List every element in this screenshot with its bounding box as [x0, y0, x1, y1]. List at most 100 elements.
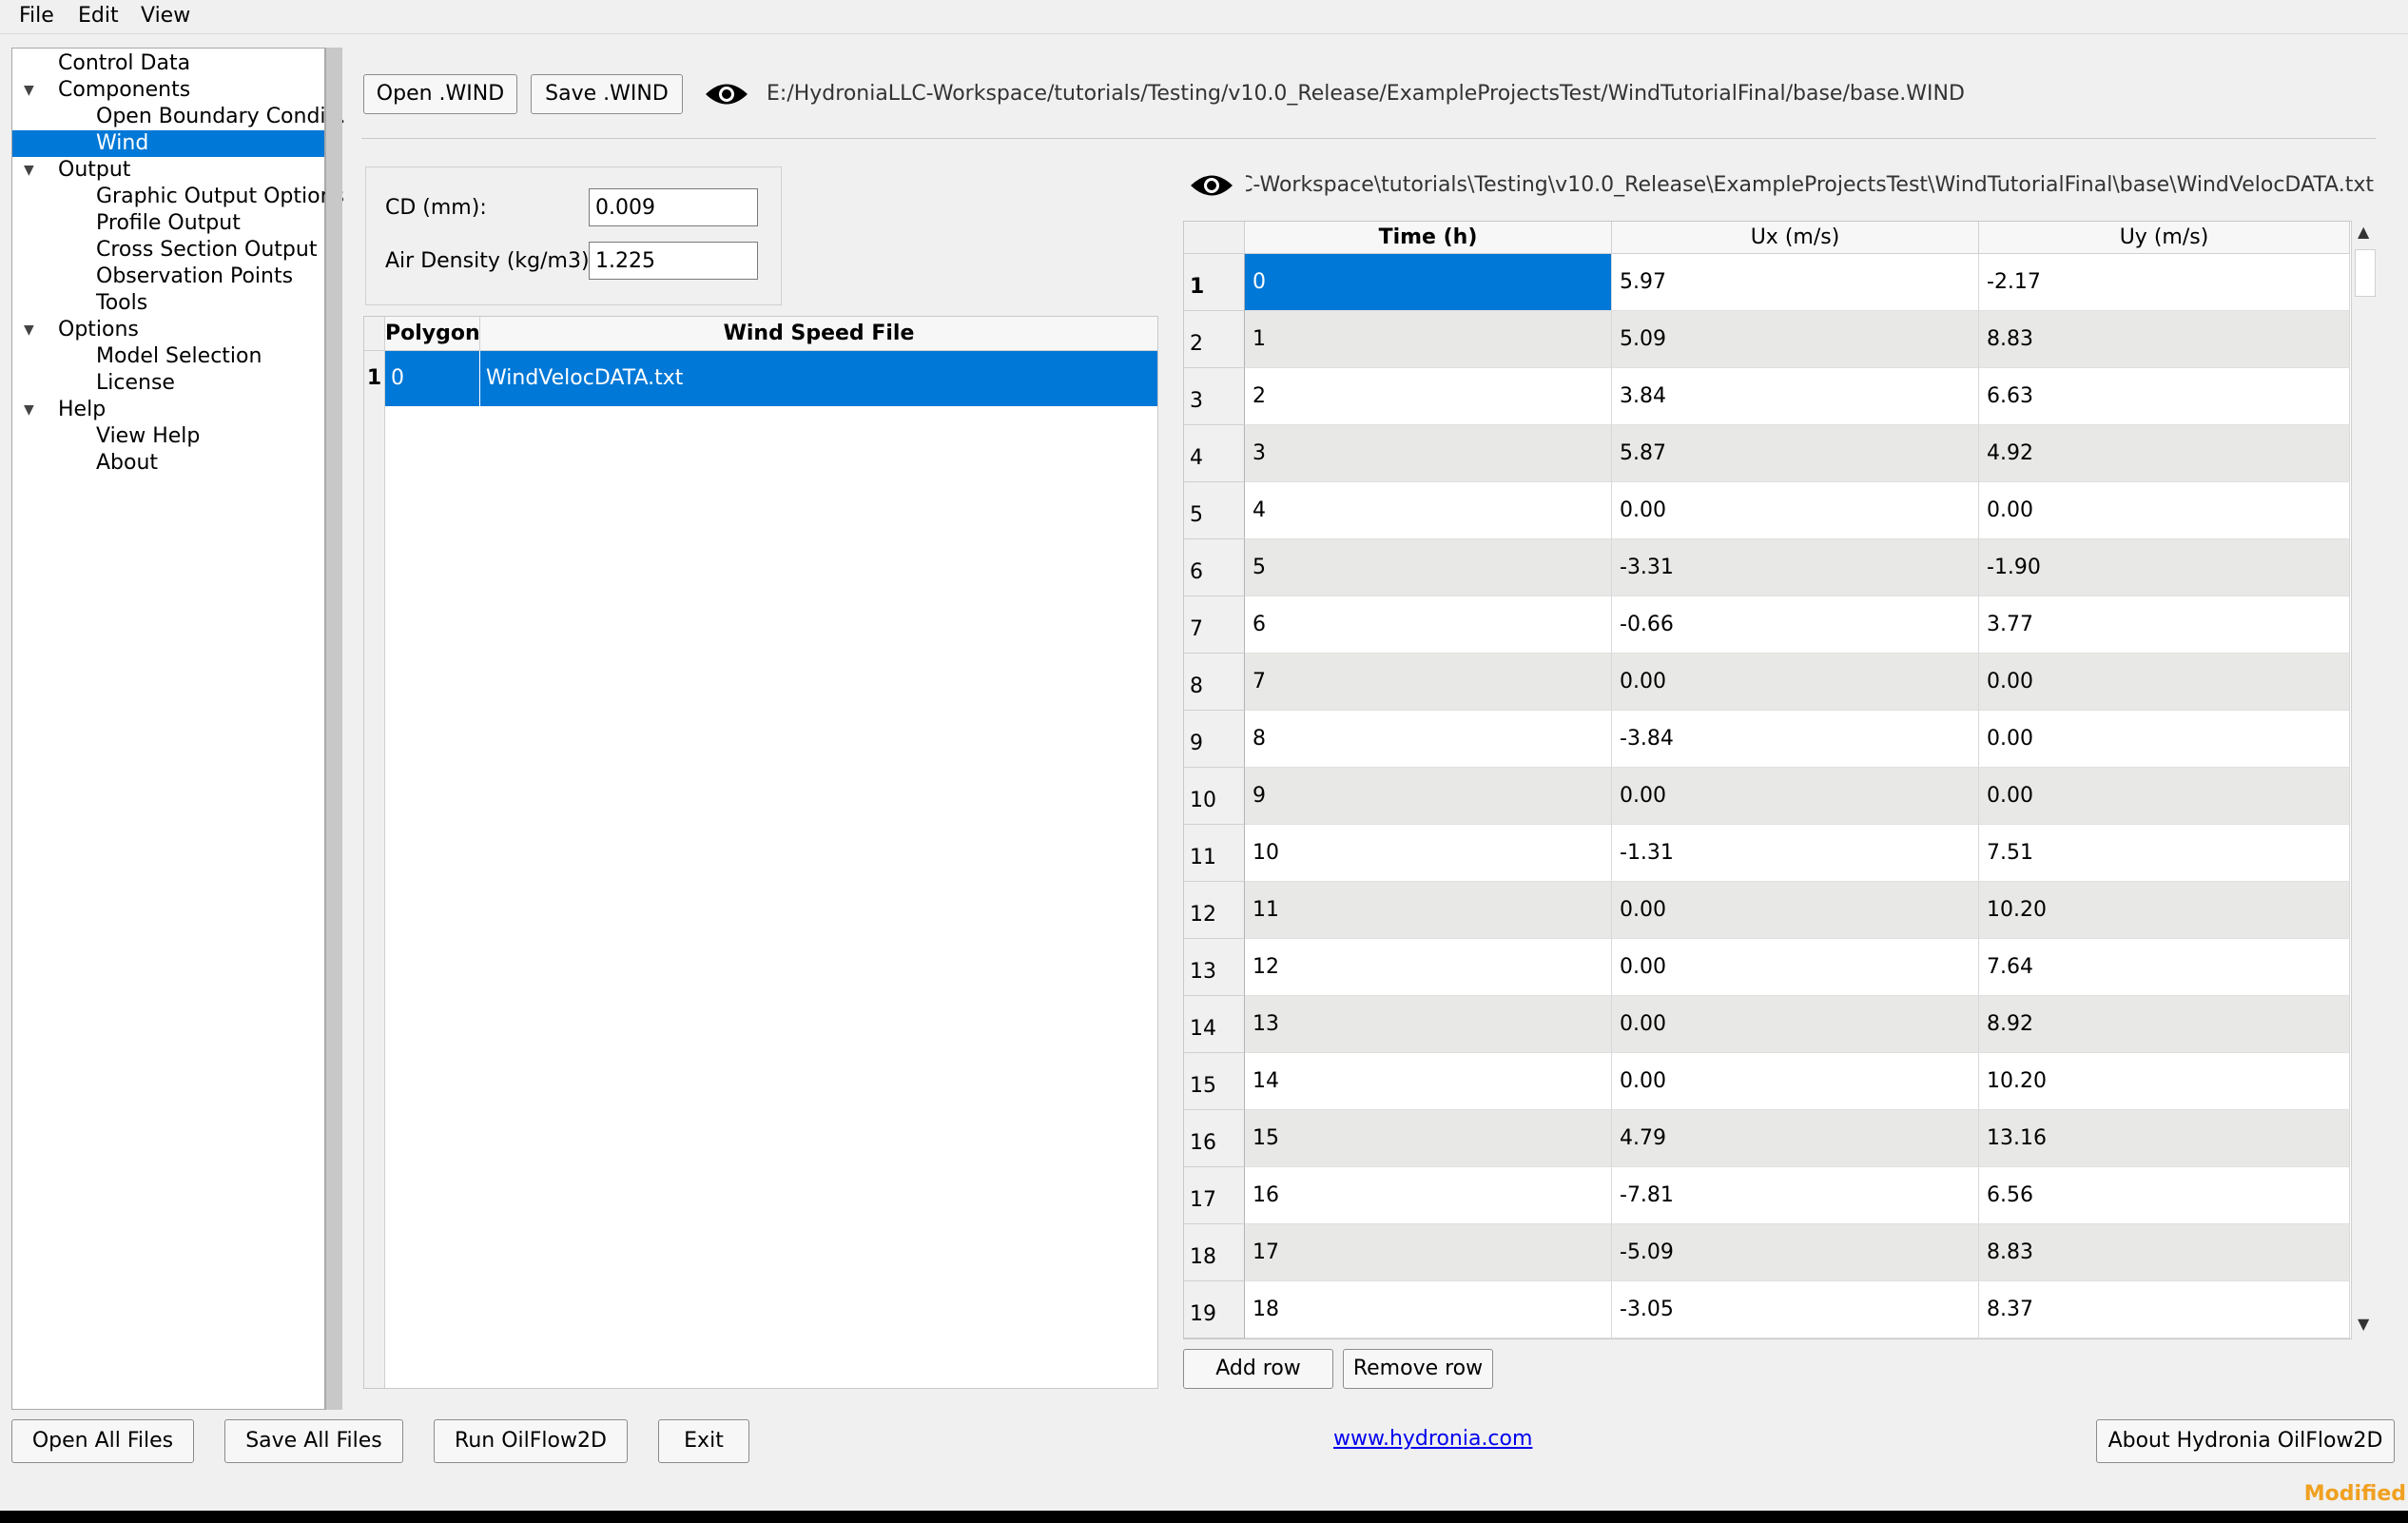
row-number[interactable]: 1 [1184, 254, 1245, 311]
scrollbar-thumb[interactable] [2355, 249, 2376, 297]
about-hydronia-button[interactable]: About Hydronia OilFlow2D [2096, 1419, 2395, 1463]
uy-cell[interactable]: 8.92 [1979, 996, 2350, 1053]
tree-item[interactable]: Graphic Output Options [12, 184, 344, 210]
tree-item[interactable]: Control Data [12, 50, 324, 77]
time-cell[interactable]: 6 [1245, 596, 1612, 654]
row-number[interactable]: 15 [1184, 1053, 1245, 1110]
time-cell[interactable]: 0 [1245, 254, 1612, 311]
ux-cell[interactable]: -5.09 [1612, 1224, 1979, 1281]
uy-cell[interactable]: 7.51 [1979, 825, 2350, 882]
uy-cell[interactable]: 6.63 [1979, 368, 2350, 425]
remove-row-button[interactable]: Remove row [1343, 1349, 1493, 1389]
ux-cell[interactable]: -7.81 [1612, 1167, 1979, 1224]
tree-item[interactable]: Observation Points [12, 264, 324, 290]
tree-splitter[interactable] [325, 48, 342, 1410]
wind-speed-file-cell[interactable]: WindVelocDATA.txt [480, 351, 1157, 406]
exit-button[interactable]: Exit [658, 1419, 749, 1463]
uy-cell[interactable]: 0.00 [1979, 482, 2350, 539]
ux-cell[interactable]: 0.00 [1612, 768, 1979, 825]
menu-view[interactable]: View [141, 4, 190, 28]
time-cell[interactable]: 16 [1245, 1167, 1612, 1224]
tree-item[interactable]: Cross Section Output [12, 237, 324, 264]
tree-item[interactable]: License [12, 370, 324, 397]
row-number[interactable]: 16 [1184, 1110, 1245, 1167]
table-row[interactable]: 15 14 0.00 10.20 [1184, 1053, 2350, 1110]
row-number[interactable]: 2 [1184, 311, 1245, 368]
menu-edit[interactable]: Edit [78, 4, 119, 28]
uy-cell[interactable]: -2.17 [1979, 254, 2350, 311]
row-number[interactable]: 3 [1184, 368, 1245, 425]
row-number[interactable]: 6 [1184, 539, 1245, 596]
time-cell[interactable]: 15 [1245, 1110, 1612, 1167]
time-cell[interactable]: 11 [1245, 882, 1612, 939]
uy-cell[interactable]: 13.16 [1979, 1110, 2350, 1167]
time-cell[interactable]: 1 [1245, 311, 1612, 368]
save-wind-button[interactable]: Save .WIND [531, 74, 683, 114]
table-row[interactable]: 2 1 5.09 8.83 [1184, 311, 2350, 368]
ux-cell[interactable]: -1.31 [1612, 825, 1979, 882]
uy-cell[interactable]: 3.77 [1979, 596, 2350, 654]
time-cell[interactable]: 8 [1245, 711, 1612, 768]
add-row-button[interactable]: Add row [1183, 1349, 1333, 1389]
time-cell[interactable]: 12 [1245, 939, 1612, 996]
uy-cell[interactable]: 4.92 [1979, 425, 2350, 482]
ux-cell[interactable]: -3.31 [1612, 539, 1979, 596]
row-number[interactable]: 8 [1184, 654, 1245, 711]
tree-item[interactable]: Wind [12, 130, 324, 157]
uy-cell[interactable]: 8.83 [1979, 1224, 2350, 1281]
table-row[interactable]: 6 5 -3.31 -1.90 [1184, 539, 2350, 596]
vertical-scrollbar[interactable]: ▲ ▼ [2351, 221, 2378, 1339]
time-cell[interactable]: 5 [1245, 539, 1612, 596]
air-density-input[interactable] [589, 242, 758, 280]
time-header[interactable]: Time (h) [1245, 222, 1612, 254]
tree-item[interactable]: About [12, 450, 324, 477]
time-cell[interactable]: 7 [1245, 654, 1612, 711]
table-row[interactable]: 19 18 -3.05 8.37 [1184, 1281, 2350, 1338]
uy-header[interactable]: Uy (m/s) [1979, 222, 2350, 254]
row-number[interactable]: 19 [1184, 1281, 1245, 1338]
polygon-cell[interactable]: 0 [385, 351, 480, 406]
tree-item[interactable]: ▼ Output [12, 157, 324, 184]
time-cell[interactable]: 9 [1245, 768, 1612, 825]
table-row[interactable]: 11 10 -1.31 7.51 [1184, 825, 2350, 882]
tree-item[interactable]: Open Boundary Condi... [12, 104, 346, 130]
ux-header[interactable]: Ux (m/s) [1612, 222, 1979, 254]
table-row[interactable]: 16 15 4.79 13.16 [1184, 1110, 2350, 1167]
time-cell[interactable]: 13 [1245, 996, 1612, 1053]
table-row[interactable]: 9 8 -3.84 0.00 [1184, 711, 2350, 768]
ux-cell[interactable]: 4.79 [1612, 1110, 1979, 1167]
time-cell[interactable]: 3 [1245, 425, 1612, 482]
table-row[interactable]: 1 0 5.97 -2.17 [1184, 254, 2350, 311]
ux-cell[interactable]: 3.84 [1612, 368, 1979, 425]
table-row[interactable]: 17 16 -7.81 6.56 [1184, 1167, 2350, 1224]
ux-cell[interactable]: 0.00 [1612, 996, 1979, 1053]
row-number[interactable]: 1 [364, 351, 385, 406]
row-number[interactable]: 17 [1184, 1167, 1245, 1224]
tree-item[interactable]: View Help [12, 423, 324, 450]
scroll-down-icon[interactable]: ▼ [2358, 1315, 2369, 1333]
tree-item[interactable]: ▼ Help [12, 397, 324, 423]
row-number[interactable]: 18 [1184, 1224, 1245, 1281]
uy-cell[interactable]: 8.37 [1979, 1281, 2350, 1338]
tree-item[interactable]: Model Selection [12, 343, 324, 370]
tree-item[interactable]: ▼ Components [12, 77, 324, 104]
ux-cell[interactable]: -0.66 [1612, 596, 1979, 654]
wind-speed-file-header[interactable]: Wind Speed File [480, 317, 1157, 351]
row-number[interactable]: 13 [1184, 939, 1245, 996]
table-row[interactable]: 3 2 3.84 6.63 [1184, 368, 2350, 425]
time-cell[interactable]: 17 [1245, 1224, 1612, 1281]
open-wind-button[interactable]: Open .WIND [363, 74, 517, 114]
polygon-header[interactable]: Polygon [385, 317, 480, 351]
row-number[interactable]: 14 [1184, 996, 1245, 1053]
time-cell[interactable]: 18 [1245, 1281, 1612, 1338]
uy-cell[interactable]: 6.56 [1979, 1167, 2350, 1224]
ux-cell[interactable]: -3.84 [1612, 711, 1979, 768]
eye-icon[interactable] [1189, 171, 1234, 205]
expand-arrow-icon[interactable]: ▼ [24, 397, 34, 423]
ux-cell[interactable]: 0.00 [1612, 939, 1979, 996]
ux-cell[interactable]: 0.00 [1612, 482, 1979, 539]
uy-cell[interactable]: 0.00 [1979, 768, 2350, 825]
time-cell[interactable]: 4 [1245, 482, 1612, 539]
expand-arrow-icon[interactable]: ▼ [24, 77, 34, 104]
uy-cell[interactable]: 8.83 [1979, 311, 2350, 368]
